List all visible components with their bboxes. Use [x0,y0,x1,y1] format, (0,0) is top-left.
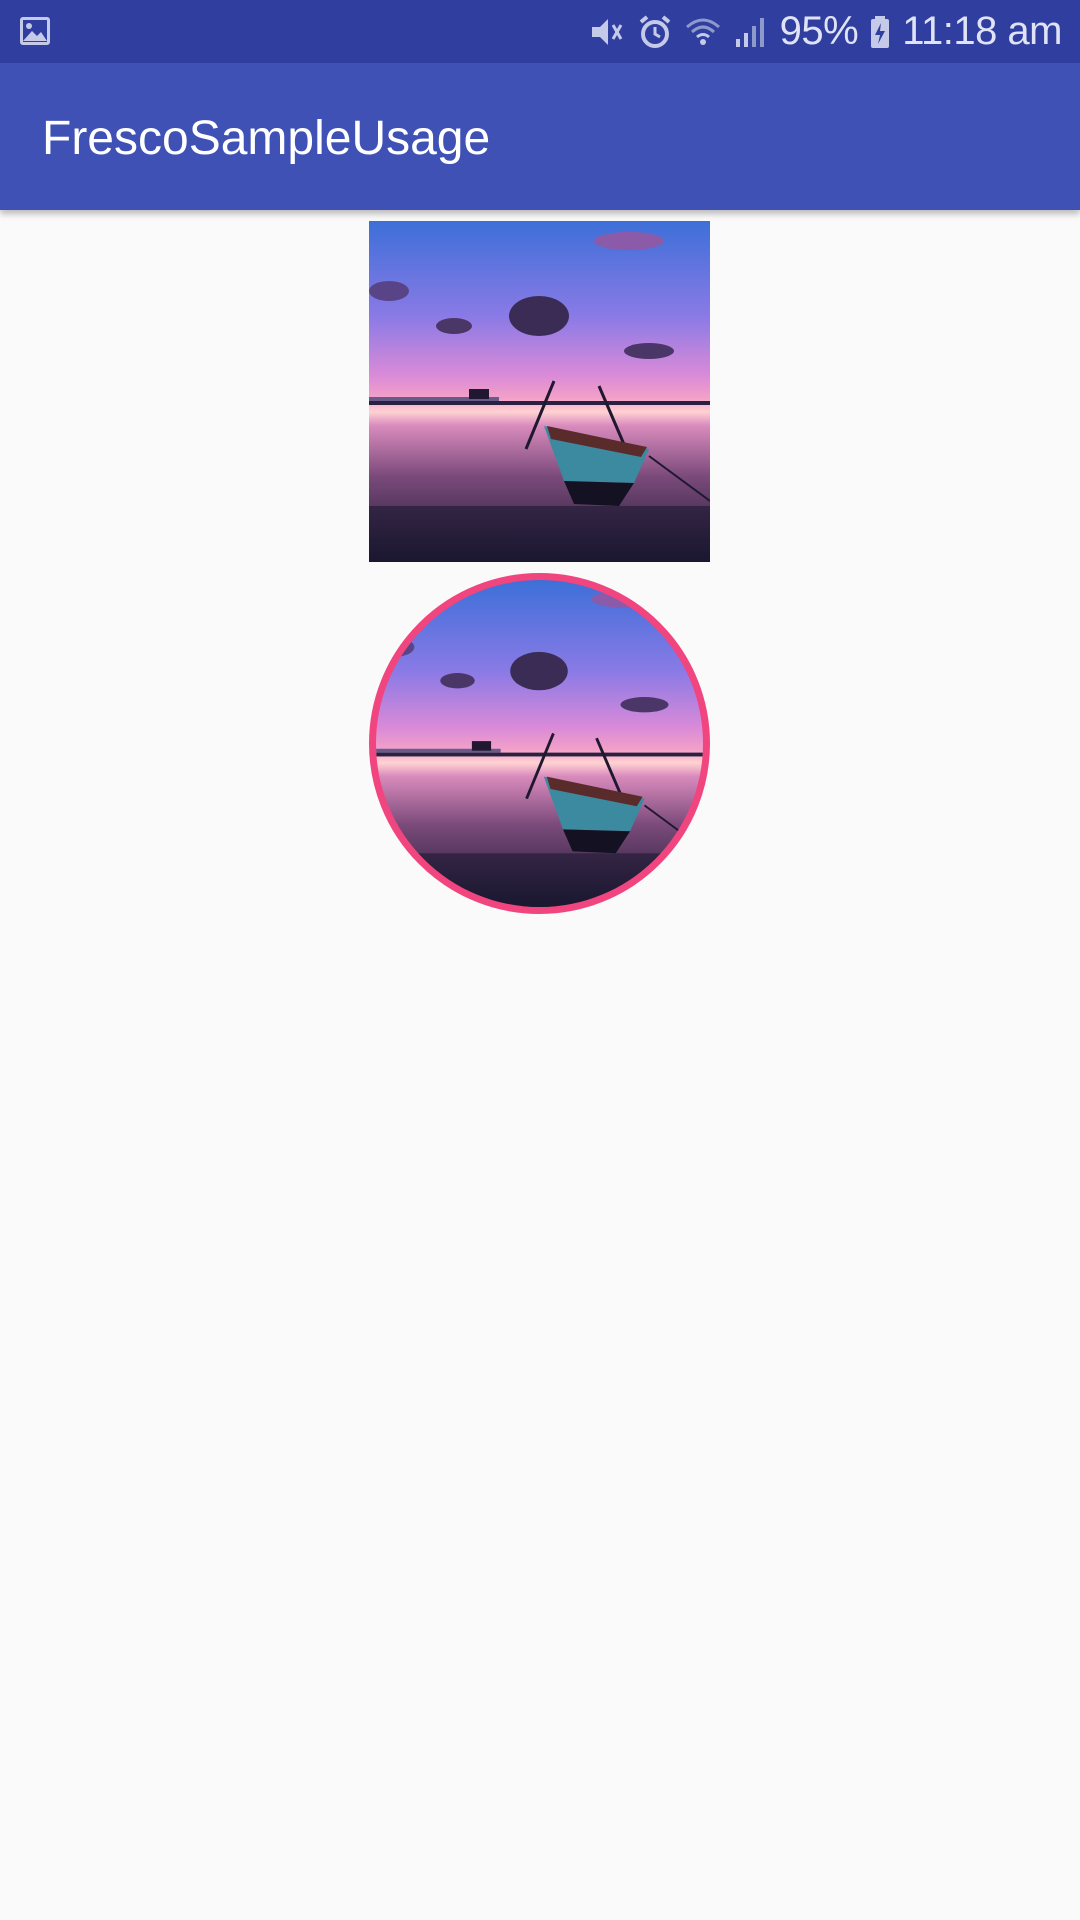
sunset-boat-photo [369,221,710,562]
battery-charging-icon [868,13,892,51]
content-area [0,210,1080,1920]
square-image [369,221,710,562]
signal-icon [732,13,770,51]
app-title: FrescoSampleUsage [42,112,491,165]
image-icon [18,14,52,48]
alarm-icon [636,13,674,51]
wifi-icon [684,13,722,51]
circle-image [369,573,710,914]
battery-percent: 95% [779,9,859,53]
mute-icon [588,13,626,51]
status-bar: 95% 11:18 am [0,0,1080,63]
sunset-boat-photo [376,580,703,907]
app-bar: FrescoSampleUsage [0,63,1080,210]
clock: 11:18 am [902,9,1062,53]
